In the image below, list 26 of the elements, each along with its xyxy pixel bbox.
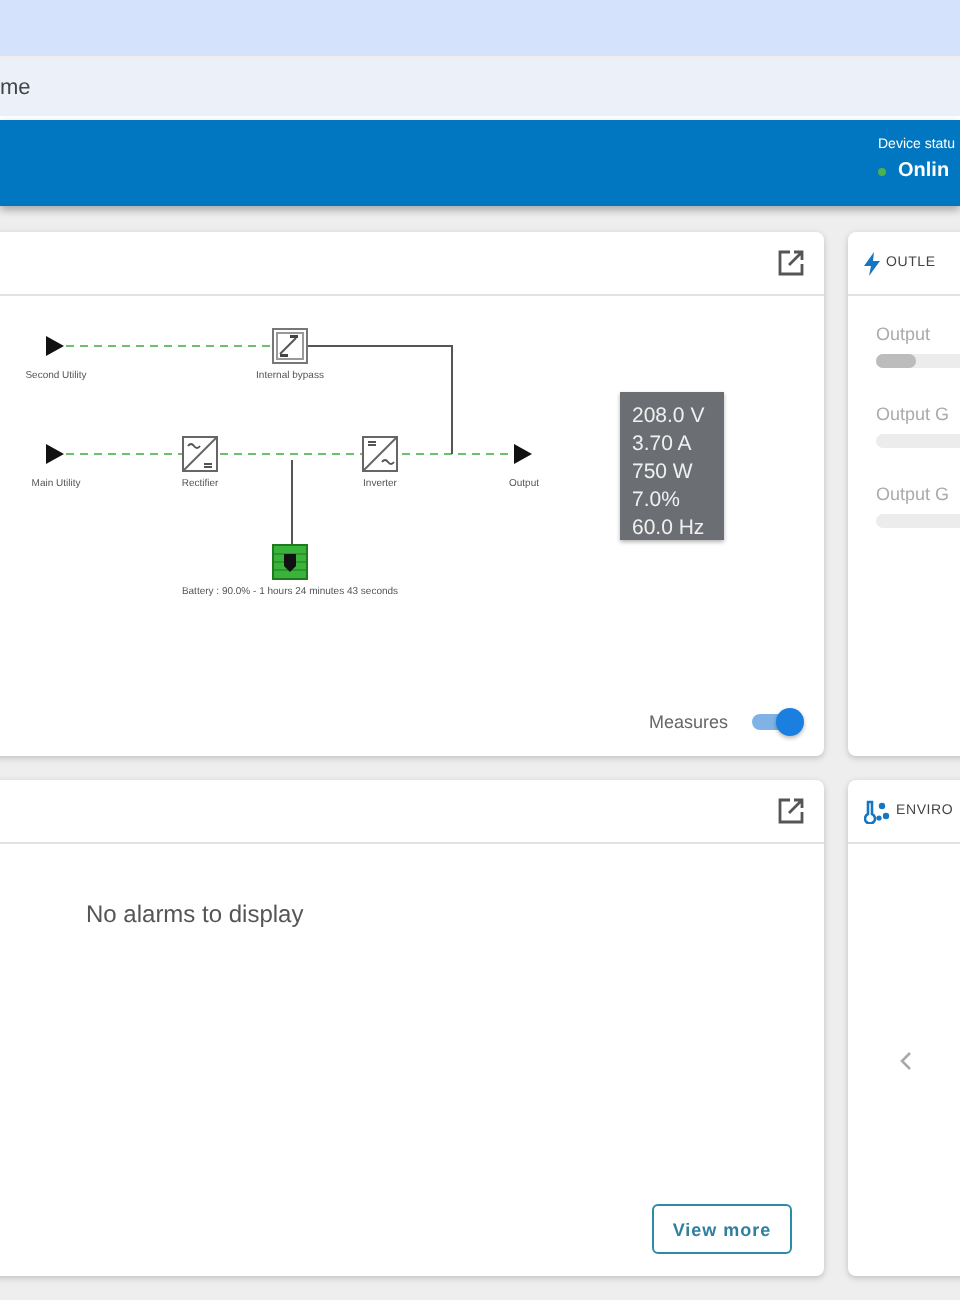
toggle-label: Measures (648, 711, 728, 731)
status-text: Onlin (898, 160, 950, 182)
converter-icon (182, 436, 218, 472)
open-external-icon[interactable] (778, 798, 804, 824)
thermometer-drops-icon (864, 799, 890, 823)
converter-icon (362, 436, 398, 472)
arrow-icon (46, 444, 64, 464)
measure-value: 208.0 V (632, 402, 707, 430)
measure-value: 60.0 Hz (632, 514, 707, 542)
measure-value: 7.0% (632, 486, 682, 514)
connector-line (291, 459, 293, 545)
measure-value: 750 W (632, 458, 695, 486)
battery-icon (272, 544, 308, 580)
empty-message: No alarms to display (86, 900, 306, 928)
open-external-icon[interactable] (778, 250, 804, 276)
view-more-button[interactable]: View more (652, 1204, 792, 1254)
measure-value: 3.70 A (632, 430, 694, 458)
arrow-icon (514, 444, 532, 464)
lightning-icon (864, 251, 880, 275)
arrow-icon (46, 336, 64, 356)
outlet-label: Output G (876, 484, 952, 504)
address-text[interactable]: me (0, 76, 31, 100)
bypass-switch-icon (272, 328, 308, 364)
outlet-label: Output G (876, 404, 952, 424)
outlet-label: Output (876, 324, 933, 344)
measures-toggle[interactable] (752, 707, 804, 735)
